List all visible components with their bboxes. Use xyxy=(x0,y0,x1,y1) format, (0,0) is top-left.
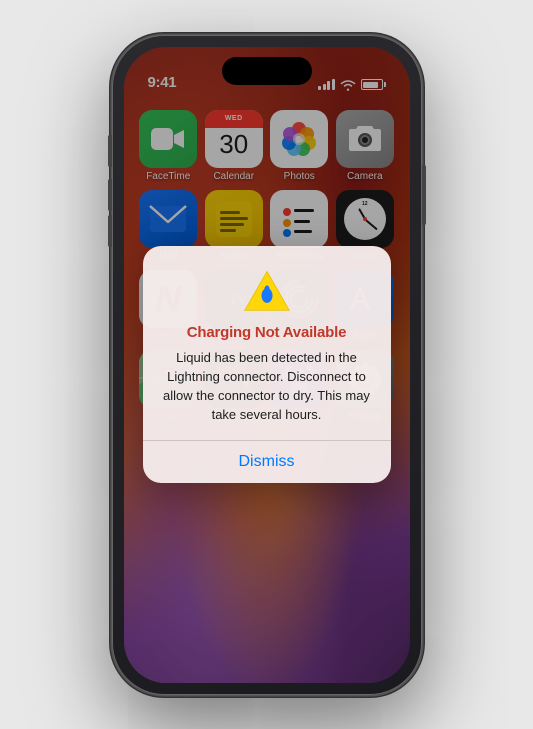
dismiss-button[interactable]: Dismiss xyxy=(143,441,391,483)
alert-content: Charging Not Available Liquid has been d… xyxy=(143,246,391,440)
alert-title: Charging Not Available xyxy=(187,324,347,341)
alert-overlay: Charging Not Available Liquid has been d… xyxy=(124,47,410,683)
alert-message: Liquid has been detected in the Lightnin… xyxy=(163,349,371,424)
phone-frame: 9:41 xyxy=(112,35,422,695)
phone-screen: 9:41 xyxy=(124,47,410,683)
dismiss-label: Dismiss xyxy=(239,453,295,470)
alert-box: Charging Not Available Liquid has been d… xyxy=(143,246,391,483)
alert-icon xyxy=(243,266,291,314)
